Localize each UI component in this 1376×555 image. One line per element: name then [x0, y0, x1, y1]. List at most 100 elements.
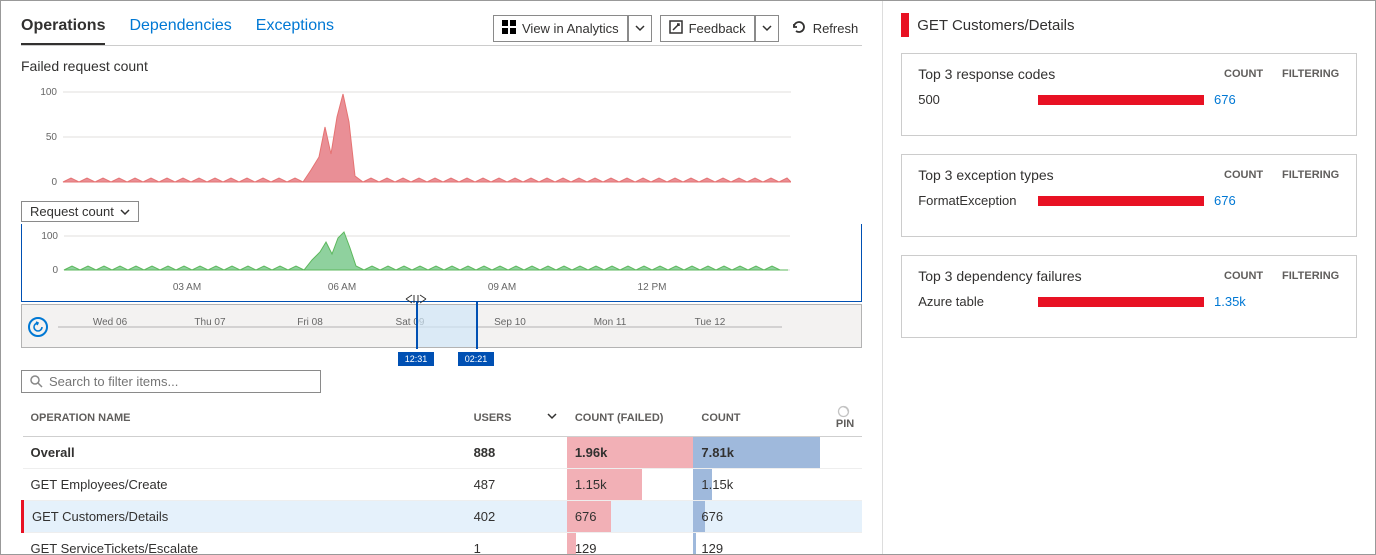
card-col-count: COUNT — [1224, 169, 1282, 181]
time-navigator[interactable]: Wed 06 Thu 07 Fri 08 Sat 09 Sep 10 Mon 1… — [21, 304, 862, 348]
refresh-button[interactable]: Refresh — [787, 15, 863, 42]
card-response-codes: Top 3 response codes COUNT FILTERING 500… — [901, 53, 1357, 136]
op-name: GET Employees/Create — [23, 469, 466, 501]
op-users: 487 — [466, 469, 540, 501]
table-row[interactable]: GET Employees/Create487 1.15k1.15k — [23, 469, 863, 501]
tab-operations[interactable]: Operations — [21, 11, 105, 45]
op-count: 676 — [693, 501, 820, 533]
feedback-icon — [669, 20, 683, 37]
op-users: 1 — [466, 533, 540, 555]
card-col-filter: FILTERING — [1282, 68, 1340, 80]
svg-text:Sep 10: Sep 10 — [494, 317, 526, 328]
chevron-down-icon — [547, 411, 557, 421]
svg-text:03 AM: 03 AM — [173, 282, 201, 293]
dependency-failure-bar — [1038, 297, 1204, 307]
card-col-count: COUNT — [1224, 68, 1282, 80]
request-count-chart: 100 0 03 AM 06 AM 09 AM 12 PM — [22, 228, 790, 298]
col-users[interactable]: USERS — [466, 399, 540, 437]
op-users: 402 — [466, 501, 540, 533]
response-code-label: 500 — [918, 92, 1028, 107]
card-dependency-failures-title: Top 3 dependency failures — [918, 268, 1224, 284]
exception-type-count[interactable]: 676 — [1214, 193, 1272, 208]
op-failed: 1.96k — [567, 437, 694, 469]
navigator-selection[interactable] — [416, 305, 476, 347]
exception-type-row[interactable]: FormatException 676 — [918, 193, 1340, 208]
card-exception-types: Top 3 exception types COUNT FILTERING Fo… — [901, 154, 1357, 237]
search-input-wrap[interactable] — [21, 370, 321, 393]
search-input[interactable] — [49, 374, 312, 389]
feedback-chevron[interactable] — [755, 15, 779, 42]
card-col-filter: FILTERING — [1282, 169, 1340, 181]
col-count-failed[interactable]: COUNT (FAILED) — [567, 399, 694, 437]
refresh-label: Refresh — [813, 21, 859, 36]
col-operation-name[interactable]: OPERATION NAME — [23, 399, 466, 437]
svg-text:0: 0 — [52, 265, 58, 276]
svg-text:0: 0 — [51, 177, 57, 188]
operations-table: OPERATION NAME USERS COUNT (FAILED) COUN… — [21, 399, 862, 554]
undo-icon — [32, 321, 44, 333]
svg-text:Fri 08: Fri 08 — [297, 317, 323, 328]
feedback-label: Feedback — [689, 21, 746, 36]
op-count: 7.81k — [693, 437, 820, 469]
col-count[interactable]: COUNT — [693, 399, 820, 437]
svg-text:09 AM: 09 AM — [488, 282, 516, 293]
table-row[interactable]: GET Customers/Details402 676676 — [23, 501, 863, 533]
pin-icon — [837, 405, 850, 418]
op-failed: 1.15k — [567, 469, 694, 501]
exception-type-bar — [1038, 196, 1204, 206]
response-code-bar — [1038, 95, 1204, 105]
op-failed: 129 — [567, 533, 694, 555]
navigator-end-label: 02:21 — [458, 352, 494, 366]
card-dependency-failures: Top 3 dependency failures COUNT FILTERIN… — [901, 255, 1357, 338]
op-name: GET ServiceTickets/Escalate — [23, 533, 466, 555]
op-name: Overall — [23, 437, 466, 469]
svg-text:06 AM: 06 AM — [328, 282, 356, 293]
navigator-start-label: 12:31 — [398, 352, 434, 366]
analytics-icon — [502, 20, 516, 37]
resize-icon[interactable] — [404, 293, 428, 308]
svg-text:Thu 07: Thu 07 — [194, 317, 226, 328]
card-exception-types-title: Top 3 exception types — [918, 167, 1224, 183]
svg-text:Mon 11: Mon 11 — [594, 317, 627, 328]
response-code-row[interactable]: 500 676 — [918, 92, 1340, 107]
op-failed: 676 — [567, 501, 694, 533]
failed-request-title: Failed request count — [21, 58, 862, 74]
navigator-end-handle[interactable]: 02:21 — [472, 300, 480, 352]
overall[interactable]: Overall888 1.96k7.81k — [23, 437, 863, 469]
table-row[interactable]: GET ServiceTickets/Escalate1 129129 — [23, 533, 863, 555]
view-in-analytics-chevron[interactable] — [628, 15, 652, 42]
detail-title: GET Customers/Details — [917, 17, 1074, 34]
card-col-count: COUNT — [1224, 270, 1282, 282]
search-icon — [30, 375, 43, 388]
svg-text:50: 50 — [46, 132, 58, 143]
request-count-dropdown[interactable]: Request count — [21, 201, 139, 222]
response-code-count[interactable]: 676 — [1214, 92, 1272, 107]
exception-type-label: FormatException — [918, 193, 1028, 208]
svg-text:100: 100 — [40, 87, 57, 98]
view-in-analytics-button[interactable]: View in Analytics — [493, 15, 628, 42]
col-pin[interactable]: PIN — [820, 399, 862, 437]
chevron-down-icon — [635, 21, 645, 36]
request-count-dropdown-label: Request count — [30, 204, 114, 219]
svg-text:Tue 12: Tue 12 — [695, 317, 726, 328]
card-col-filter: FILTERING — [1282, 270, 1340, 282]
tab-exceptions[interactable]: Exceptions — [256, 11, 334, 45]
feedback-button[interactable]: Feedback — [660, 15, 755, 42]
dependency-failure-label: Azure table — [918, 294, 1028, 309]
failed-request-chart: 100 50 0 — [21, 82, 791, 192]
svg-text:12 PM: 12 PM — [638, 282, 667, 293]
op-count: 129 — [693, 533, 820, 555]
card-response-codes-title: Top 3 response codes — [918, 66, 1224, 82]
op-users: 888 — [466, 437, 540, 469]
col-sort[interactable] — [539, 399, 566, 437]
dependency-failure-count[interactable]: 1.35k — [1214, 294, 1272, 309]
detail-marker — [901, 13, 909, 37]
svg-text:Wed 06: Wed 06 — [93, 317, 128, 328]
tab-dependencies[interactable]: Dependencies — [129, 11, 231, 45]
dependency-failure-row[interactable]: Azure table 1.35k — [918, 294, 1340, 309]
op-name: GET Customers/Details — [23, 501, 466, 533]
chevron-down-icon — [120, 207, 130, 217]
view-in-analytics-label: View in Analytics — [522, 21, 619, 36]
op-count: 1.15k — [693, 469, 820, 501]
navigator-reset-button[interactable] — [28, 317, 48, 337]
